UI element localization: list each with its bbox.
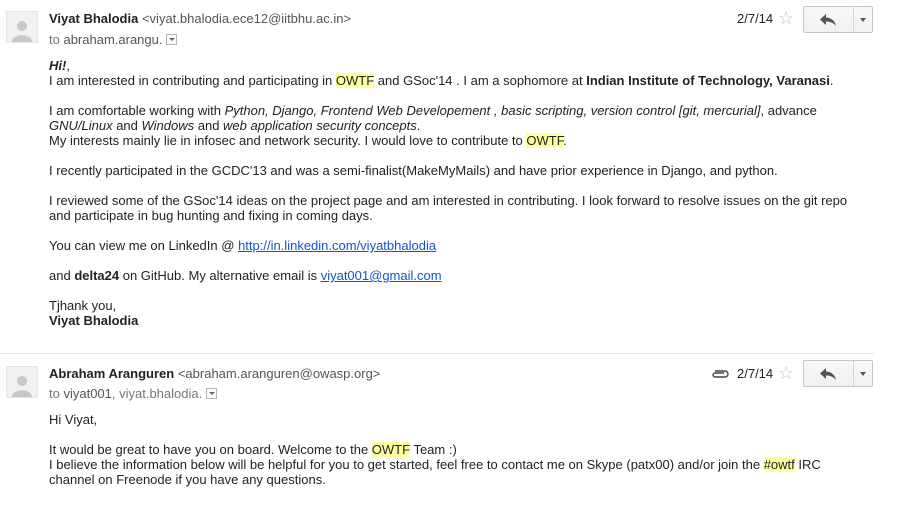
paperclip-icon: [712, 370, 729, 378]
text: IRC: [794, 457, 821, 472]
to-prefix: to: [49, 386, 60, 401]
highlighted-keyword: OWTF: [335, 73, 375, 88]
body-paragraph-2: I believe the information below will be …: [49, 457, 864, 487]
message-body: Hi!, I am interested in contributing and…: [49, 58, 864, 328]
reply-button[interactable]: [804, 7, 854, 32]
recipient-name-secondary: , viyat.bhalodia.: [111, 386, 203, 401]
italic-text: web application security concepts: [223, 118, 417, 133]
reply-button-group: [803, 360, 873, 387]
sender-line[interactable]: Viyat Bhalodia <viyat.bhalodia.ece12@iit…: [49, 11, 351, 26]
body-paragraph-6: You can view me on LinkedIn @ http://in.…: [49, 238, 864, 253]
body-paragraph-3: My interests mainly lie in infosec and n…: [49, 133, 864, 148]
text: on GitHub. My alternative email is: [119, 268, 321, 283]
text: You can view me on LinkedIn @: [49, 238, 239, 253]
body-paragraph-1: It would be great to have you on board. …: [49, 442, 864, 457]
recipient-name-primary: viyat001: [63, 386, 112, 401]
text: .: [416, 118, 421, 133]
reply-icon: [820, 367, 837, 380]
recipient-details-dropdown[interactable]: [206, 388, 218, 400]
text: , advance: [760, 103, 817, 118]
recipients-line[interactable]: to viyat001, viyat.bhalodia.: [49, 386, 218, 401]
body-greeting: Hi!,: [49, 58, 864, 73]
text: Team :): [410, 442, 457, 457]
highlighted-keyword: OWTF: [371, 442, 411, 457]
text: I believe the information below will be …: [49, 457, 764, 472]
sender-name[interactable]: Viyat Bhalodia: [49, 11, 138, 26]
text: and: [112, 118, 142, 133]
bold-text: Indian Institute of Technology, Varanasi: [586, 73, 830, 88]
text: It would be great to have you on board. …: [49, 442, 372, 457]
body-paragraph-2: I am comfortable working with Python, Dj…: [49, 103, 864, 133]
signature-name: Viyat Bhalodia: [49, 313, 864, 328]
text: I am comfortable working with: [49, 103, 225, 118]
italic-text: Windows: [141, 118, 195, 133]
signature-line-1: Tjhank you,: [49, 298, 117, 313]
sender-line[interactable]: Abraham Aranguren <abraham.aranguren@owa…: [49, 366, 380, 381]
text: channel on Freenode if you have any ques…: [49, 472, 326, 487]
text: .: [829, 73, 834, 88]
linkedin-link[interactable]: http://in.linkedin.com/viyatbhalodia: [238, 238, 436, 253]
text: My interests mainly lie in infosec and n…: [49, 133, 527, 148]
body-paragraph-1: I am interested in contributing and part…: [49, 73, 864, 88]
text: and: [194, 118, 224, 133]
text: I am interested in contributing and part…: [49, 73, 336, 88]
text: .: [563, 133, 567, 148]
body-paragraph-4: I recently participated in the GCDC'13 a…: [49, 163, 778, 178]
message-divider: [0, 353, 874, 354]
text: and: [49, 268, 75, 283]
email-link[interactable]: viyat001@gmail.com: [321, 268, 442, 283]
star-icon[interactable]: ☆: [778, 9, 794, 27]
highlighted-keyword: #owtf: [763, 457, 795, 472]
body-paragraph-5: I reviewed some of the GSoc'14 ideas on …: [49, 193, 848, 223]
default-avatar-icon[interactable]: [6, 366, 38, 398]
bold-text: delta24: [74, 268, 120, 283]
signature-name-text: Viyat Bhalodia: [49, 313, 139, 328]
to-prefix: to: [49, 32, 60, 47]
message-date[interactable]: 2/7/14: [737, 366, 773, 381]
highlighted-keyword: OWTF: [526, 133, 564, 148]
more-options-button[interactable]: [854, 361, 872, 386]
recipient-details-dropdown[interactable]: [166, 34, 178, 46]
star-icon[interactable]: ☆: [778, 364, 794, 382]
reply-icon: [820, 13, 837, 26]
sender-name[interactable]: Abraham Aranguren: [49, 366, 174, 381]
more-options-button[interactable]: [854, 7, 872, 32]
reply-button-group: [803, 6, 873, 33]
message-date[interactable]: 2/7/14: [737, 11, 773, 26]
message-body: Hi Viyat, It would be great to have you …: [49, 412, 864, 487]
reply-button[interactable]: [804, 361, 854, 386]
recipient-names: abraham.arangu.: [63, 32, 163, 47]
text: and GSoc'14 . I am a sophomore at: [374, 73, 587, 88]
italic-text: Python, Django, Frontend Web Developemen…: [224, 103, 761, 118]
body-paragraph-7: and delta24 on GitHub. My alternative em…: [49, 268, 864, 283]
sender-email: <viyat.bhalodia.ece12@iitbhu.ac.in>: [141, 11, 352, 26]
italic-text: GNU/Linux: [49, 118, 113, 133]
sender-email: <abraham.aranguren@owasp.org>: [177, 366, 381, 381]
greeting-punct: ,: [66, 58, 70, 73]
greeting-text: Hi!: [49, 58, 67, 73]
body-greeting: Hi Viyat,: [49, 412, 98, 427]
default-avatar-icon[interactable]: [6, 11, 38, 43]
recipients-line[interactable]: to abraham.arangu.: [49, 32, 178, 47]
